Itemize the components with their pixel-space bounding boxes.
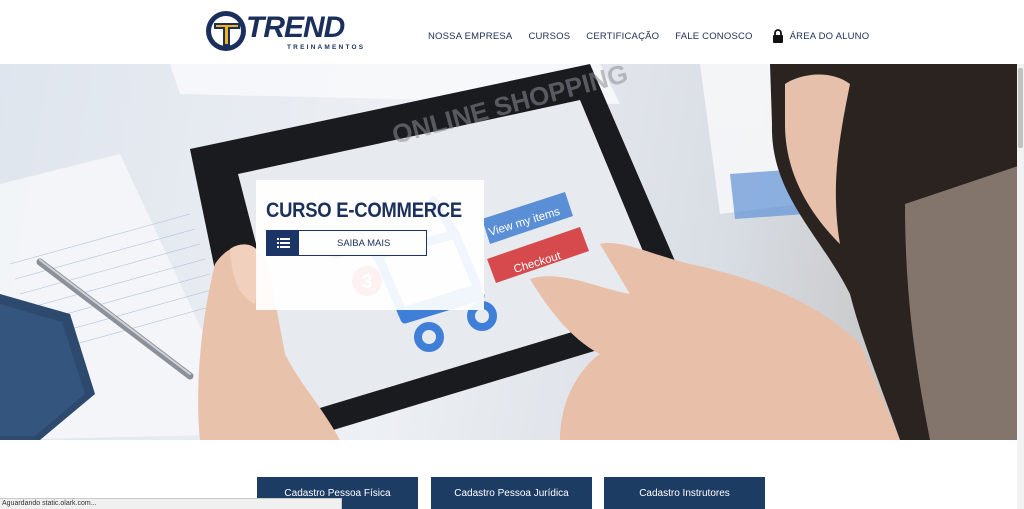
nav-item-nossa-empresa[interactable]: NOSSA EMPRESA bbox=[428, 31, 512, 42]
page-scrollbar[interactable] bbox=[1017, 64, 1024, 509]
nav-item-certificacao[interactable]: CERTIFICAÇÃO bbox=[586, 31, 659, 42]
list-icon bbox=[267, 231, 299, 255]
cadastro-instrutores-button[interactable]: Cadastro Instrutores bbox=[604, 477, 765, 509]
main-nav: NOSSA EMPRESA CURSOS CERTIFICAÇÃO FALE C… bbox=[428, 29, 869, 43]
logo-tagline: TREINAMENTOS bbox=[287, 44, 366, 51]
lock-icon bbox=[772, 29, 783, 43]
trend-logo[interactable]: TREND TREINAMENTOS bbox=[204, 9, 363, 55]
saiba-mais-label: SAIBA MAIS bbox=[337, 237, 391, 249]
nav-item-area-do-aluno[interactable]: ÁREA DO ALUNO bbox=[772, 29, 870, 43]
course-promo-card: CURSO E-COMMERCE SAIBA MAIS bbox=[256, 180, 484, 310]
hero-banner: ONLINE SHOPPING 3 View my items Checkout bbox=[0, 64, 1024, 440]
nav-item-cursos[interactable]: CURSOS bbox=[528, 31, 570, 42]
logo-wordmark: TREND bbox=[246, 11, 345, 44]
promo-title: CURSO E-COMMERCE bbox=[266, 199, 462, 222]
saiba-mais-button[interactable]: SAIBA MAIS bbox=[266, 230, 427, 256]
nav-item-fale-conosco[interactable]: FALE CONOSCO bbox=[675, 31, 752, 42]
cadastro-pessoa-juridica-button[interactable]: Cadastro Pessoa Jurídica bbox=[431, 477, 592, 509]
browser-status-bar: Aguardando static.olark.com... bbox=[0, 498, 342, 509]
logo-mark-icon bbox=[206, 11, 246, 51]
nav-item-area-do-aluno-label: ÁREA DO ALUNO bbox=[789, 30, 870, 42]
hero-photo: ONLINE SHOPPING 3 View my items Checkout bbox=[0, 64, 1024, 440]
site-header: TREND TREINAMENTOS NOSSA EMPRESA CURSOS … bbox=[0, 0, 1024, 64]
